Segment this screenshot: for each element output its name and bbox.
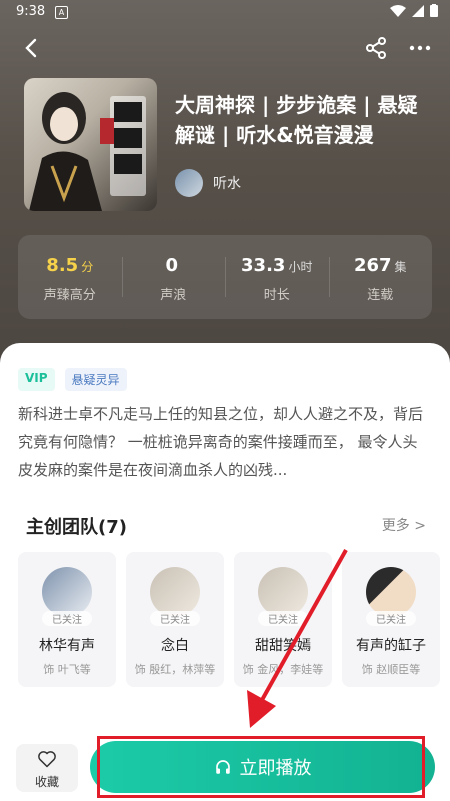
- member-name: 有声的缸子: [356, 638, 426, 654]
- share-icon[interactable]: [362, 34, 390, 62]
- stat-unit: 集: [394, 260, 407, 274]
- stat-label: 连载: [367, 288, 394, 303]
- battery-icon: [430, 4, 438, 17]
- author-name[interactable]: 听水: [213, 173, 241, 193]
- system-icons: [390, 4, 438, 17]
- member-avatar: [258, 567, 308, 617]
- author-row[interactable]: 听水: [175, 168, 241, 198]
- member-role: 饰 金风，李娃等: [242, 663, 324, 676]
- stat-label: 时长: [263, 288, 290, 303]
- member-avatar: [42, 567, 92, 617]
- member-role: 饰 叶飞等: [43, 663, 91, 676]
- favorite-label: 收藏: [34, 775, 59, 789]
- stat-rating[interactable]: 8.5 分 声臻高分: [18, 235, 122, 319]
- stat-wave[interactable]: 0 声浪: [121, 235, 226, 319]
- author-avatar[interactable]: [175, 169, 203, 197]
- member-avatar: [150, 567, 200, 617]
- signal-icon: [412, 4, 424, 17]
- stat-value: 33.3: [241, 255, 286, 276]
- stat-value: 0: [165, 255, 179, 276]
- stat-value: 267: [353, 255, 392, 276]
- stat-episodes[interactable]: 267 集 连载: [328, 235, 433, 319]
- heart-icon: [38, 751, 56, 768]
- more-icon[interactable]: [406, 34, 434, 62]
- team-card[interactable]: 已关注 甜甜笑嫣 饰 金风，李娃等: [234, 552, 332, 687]
- top-bar: [0, 30, 450, 66]
- stat-label: 声臻高分: [43, 288, 96, 303]
- stat-label: 声浪: [160, 288, 187, 303]
- team-cards: 已关注 林华有声 饰 叶飞等 已关注 念白 饰 殷红，林萍等 已关注 甜甜笑嫣 …: [18, 552, 440, 687]
- member-role: 饰 赵顺臣等: [361, 663, 421, 676]
- followed-badge[interactable]: 已关注: [258, 611, 308, 626]
- tag-row: VIP 悬疑灵异: [18, 368, 127, 391]
- stat-value: 8.5: [46, 255, 79, 276]
- status-time: 9:38: [16, 4, 46, 19]
- back-arrow-icon[interactable]: [18, 34, 46, 62]
- stat-duration: 33.3 小时 时长: [225, 235, 329, 319]
- member-name: 甜甜笑嫣: [255, 638, 311, 654]
- stat-unit: 小时: [288, 260, 313, 274]
- genre-tag[interactable]: 悬疑灵异: [64, 368, 127, 391]
- member-name: 念白: [161, 638, 189, 654]
- team-heading: 主创团队(7): [26, 517, 127, 538]
- member-name: 林华有声: [39, 638, 95, 654]
- member-role: 饰 殷红，林萍等: [134, 663, 216, 676]
- vip-badge: VIP: [18, 368, 55, 391]
- status-bar: 9:38 A: [0, 0, 450, 24]
- cover-artwork: [29, 92, 146, 211]
- team-card[interactable]: 已关注 念白 饰 殷红，林萍等: [126, 552, 224, 687]
- member-avatar: [366, 567, 416, 617]
- stat-unit: 分: [81, 260, 94, 274]
- team-more-link[interactable]: 更多 >: [382, 515, 426, 535]
- team-card[interactable]: 已关注 林华有声 饰 叶飞等: [18, 552, 116, 687]
- highlight-box: [97, 736, 425, 798]
- followed-badge[interactable]: 已关注: [42, 611, 92, 626]
- followed-badge[interactable]: 已关注: [366, 611, 416, 626]
- followed-badge[interactable]: 已关注: [150, 611, 200, 626]
- album-title: 大周神探 | 步步诡案 | 悬疑解谜 | 听水&悦音漫漫: [175, 93, 418, 147]
- team-card[interactable]: 已关注 有声的缸子 饰 赵顺臣等: [342, 552, 440, 687]
- wifi-icon: [390, 4, 406, 17]
- favorite-button[interactable]: 收藏: [16, 744, 78, 792]
- description[interactable]: 新科进士卓不凡走马上任的知县之位，却人人避之不及，背后究竟有何隐情？ 一桩桩诡异…: [18, 400, 432, 484]
- stats-panel: 8.5 分 声臻高分 0 声浪 33.3 小时 时长 267 集 连载: [18, 235, 432, 319]
- album-cover[interactable]: [24, 78, 157, 211]
- notification-icon: A: [55, 6, 68, 19]
